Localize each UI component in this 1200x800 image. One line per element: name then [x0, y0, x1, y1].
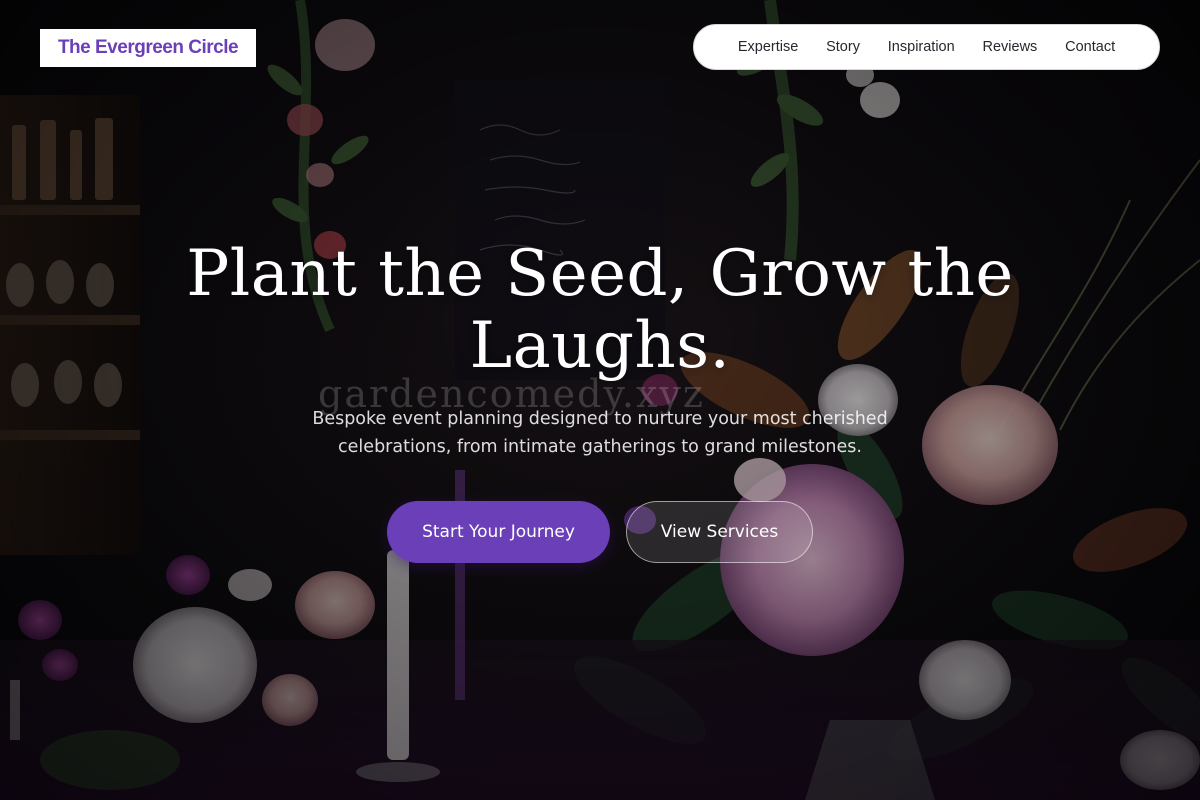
view-services-button[interactable]: View Services: [626, 501, 813, 563]
main-nav: Expertise Story Inspiration Reviews Cont…: [693, 24, 1160, 70]
brand-name: The Evergreen Circle: [57, 37, 239, 58]
nav-item-inspiration[interactable]: Inspiration: [888, 39, 955, 55]
hero-subtext: Bespoke event planning designed to nurtu…: [312, 409, 888, 457]
nav-item-story[interactable]: Story: [826, 39, 860, 55]
brand-logo[interactable]: The Evergreen Circle: [40, 29, 256, 67]
start-journey-button[interactable]: Start Your Journey: [387, 501, 610, 563]
nav-item-reviews[interactable]: Reviews: [983, 39, 1038, 55]
nav-item-contact[interactable]: Contact: [1065, 39, 1115, 55]
nav-item-expertise[interactable]: Expertise: [738, 39, 798, 55]
landing-page: The Evergreen Circle Expertise Story Ins…: [0, 0, 1200, 800]
hero-headline: Plant the Seed, Grow the Laughs.: [186, 237, 1014, 383]
